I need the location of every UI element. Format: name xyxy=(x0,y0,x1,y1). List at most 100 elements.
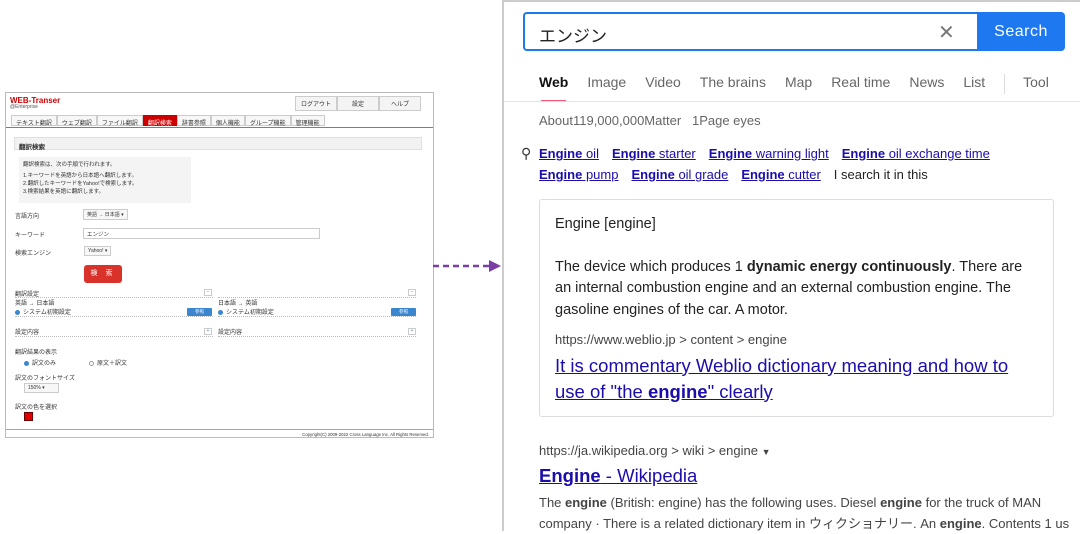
top-buttons: ログアウト 設定 ヘルプ xyxy=(295,96,421,111)
suggestion-rest: starter xyxy=(655,146,696,161)
right-settings-content: 設定内容 xyxy=(218,327,416,337)
nav-tab[interactable]: The brains xyxy=(700,74,766,94)
radio-icon xyxy=(218,309,223,315)
suggestion-link[interactable]: Engine cutter xyxy=(741,167,820,182)
display-option-translation[interactable]: 訳文のみ xyxy=(24,358,56,367)
result-title-link[interactable]: Engine - Wikipedia xyxy=(539,463,697,489)
color-label: 訳文の色を選択 xyxy=(15,405,58,411)
nav-tab[interactable]: Video xyxy=(645,74,681,94)
reference-button[interactable]: 参照 xyxy=(187,308,212,316)
divider xyxy=(6,127,433,128)
dropdown-icon[interactable]: ▼ xyxy=(762,447,771,457)
expand-icon[interactable]: + xyxy=(408,328,416,335)
suggestion-link[interactable]: Engine warning light xyxy=(709,146,829,161)
copyright: Copyright(C) 2009-2022 Cross Language In… xyxy=(6,429,433,439)
nav-tab[interactable]: Map xyxy=(785,74,812,94)
search-button[interactable]: 検 索 xyxy=(84,265,122,283)
radio-icon xyxy=(89,360,94,366)
tab-5[interactable]: 個人機能 xyxy=(210,115,245,127)
suggestion-link[interactable]: Engine pump xyxy=(539,167,618,182)
tab-1[interactable]: ウェブ翻訳 xyxy=(56,115,97,127)
tab-4[interactable]: 辞書参照 xyxy=(176,115,211,127)
font-size-select[interactable]: 150% ▾ xyxy=(24,383,59,393)
text: The xyxy=(539,495,566,510)
dictionary-card: Engine [engine] The device which produce… xyxy=(539,199,1054,417)
bold-text: Engine xyxy=(539,465,601,486)
suggestion-bold: Engine xyxy=(741,167,785,182)
card-heading: Engine [engine] xyxy=(555,216,656,232)
text: . Contents 1 us xyxy=(981,516,1070,531)
suggestion-link[interactable]: Engine starter xyxy=(612,146,696,161)
option-text: 原文＋訳文 xyxy=(97,361,128,367)
instruction-line: 2.翻訳したキーワードをYahoo!で検索します。 xyxy=(23,181,138,187)
engine-select[interactable]: Yahoo! ▾ xyxy=(84,246,112,256)
direction-value: 英語 → 日本語 xyxy=(87,212,120,218)
suggestion-link[interactable]: Engine oil grade xyxy=(631,167,728,182)
bold-text: engine xyxy=(647,380,708,402)
bold-text: engine xyxy=(565,495,607,510)
direction-select[interactable]: 英語 → 日本語 ▾ xyxy=(83,209,128,220)
settings-divider xyxy=(218,289,416,298)
section-title: 翻訳検索 xyxy=(14,137,422,151)
left-default[interactable]: システム初期設定 xyxy=(15,307,213,317)
font-size-label: 訳文のフォントサイズ xyxy=(15,376,75,382)
tab-0[interactable]: テキスト翻訳 xyxy=(11,115,57,127)
divider xyxy=(504,101,1080,102)
collapse-icon[interactable]: − xyxy=(204,289,212,296)
logout-button[interactable]: ログアウト xyxy=(295,96,337,111)
suggestion-tail: I search it in this xyxy=(833,167,928,182)
nav-tab[interactable]: News xyxy=(909,74,944,94)
keyword-input[interactable]: エンジン xyxy=(83,228,320,239)
text: The device which produces 1 xyxy=(555,258,747,275)
tab-6[interactable]: グループ機能 xyxy=(244,115,291,127)
suggestion-bold: Engine xyxy=(539,146,583,161)
logo-subtitle: @Enterprise xyxy=(10,104,38,110)
arrow-icon xyxy=(433,260,501,272)
nav-tab[interactable]: Web xyxy=(539,74,568,102)
suggestions-row: Engine pump Engine oil grade Engine cutter… xyxy=(539,167,928,182)
search-button[interactable]: Search xyxy=(977,12,1065,51)
tab-2[interactable]: ファイル翻訳 xyxy=(96,115,143,127)
search-nav: Web Image Video The brains Map Real time News L… xyxy=(539,74,1068,102)
text: - Wikipedia xyxy=(600,465,698,486)
main-tabs: テキスト翻訳 ウェブ翻訳 ファイル翻訳 翻訳検索 辞書参照 個人機能 グループ機能 管理機能 xyxy=(11,115,325,127)
color-swatch[interactable] xyxy=(24,412,33,421)
suggestion-link[interactable]: Engine oil exchange time xyxy=(842,146,990,161)
suggestion-rest: oil exchange time xyxy=(885,146,990,161)
tab-3[interactable]: 翻訳検索 xyxy=(142,115,177,127)
help-button[interactable]: ヘルプ xyxy=(379,96,421,111)
reference-button[interactable]: 参照 xyxy=(391,308,416,316)
url-text: https://ja.wikipedia.org > wiki > engine xyxy=(539,443,758,458)
web-transer-window: WEB-Transer @Enterprise ログアウト 設定 ヘルプ テキス… xyxy=(5,92,434,438)
suggestion-bold: Engine xyxy=(539,167,583,182)
search-icon: ⚲ xyxy=(521,145,532,161)
result-title-link[interactable]: It is commentary Weblio dictionary meani… xyxy=(555,353,1038,405)
nav-tab[interactable]: Real time xyxy=(831,74,890,94)
suggestion-bold: Engine xyxy=(708,146,753,161)
nav-tab[interactable]: Image xyxy=(587,74,626,94)
suggestion-rest: warning light xyxy=(752,146,829,161)
right-default[interactable]: システム初期設定 xyxy=(218,307,416,317)
search-results-page: エンジン ✕ Search Web Image Video The brains Map… xyxy=(502,0,1080,531)
radio-icon xyxy=(24,360,29,366)
engine-value: Yahoo! xyxy=(88,248,104,254)
clear-icon[interactable]: ✕ xyxy=(938,20,955,45)
suggestion-link[interactable]: Engine oil xyxy=(539,146,599,161)
display-option-both[interactable]: 原文＋訳文 xyxy=(89,358,127,367)
nav-tab[interactable]: List xyxy=(963,74,985,94)
bold-text: dynamic energy continuously xyxy=(746,258,952,275)
settings-button[interactable]: 設定 xyxy=(337,96,379,111)
bold-text: engine xyxy=(880,495,922,510)
suggestion-rest: oil xyxy=(582,146,599,161)
suggestion-rest: oil grade xyxy=(674,167,729,182)
nav-tool[interactable]: Tool xyxy=(1023,74,1049,94)
collapse-icon[interactable]: − xyxy=(408,289,416,296)
font-size-value: 150% xyxy=(28,385,41,391)
expand-icon[interactable]: + xyxy=(204,328,212,335)
display-label: 翻訳結果の表示 xyxy=(15,350,58,356)
search-input[interactable]: エンジン xyxy=(523,12,978,51)
result-url: https://ja.wikipedia.org > wiki > engine… xyxy=(539,443,771,458)
tab-7[interactable]: 管理機能 xyxy=(290,115,325,127)
radio-icon xyxy=(15,309,20,315)
right-pair: 日本語 → 英語 xyxy=(218,301,258,307)
